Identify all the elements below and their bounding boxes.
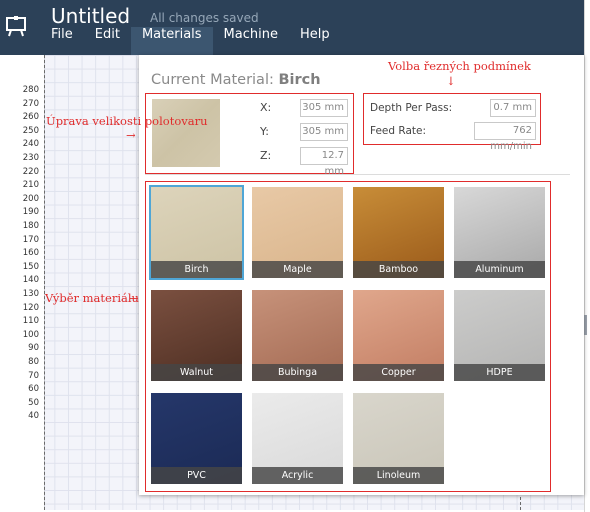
material-tile-bubinga[interactable]: Bubinga <box>252 290 343 381</box>
y-dimension-input[interactable]: 305 mm <box>300 123 348 141</box>
material-tile-label: Bubinga <box>252 364 343 381</box>
depth-per-pass-label: Depth Per Pass: <box>370 102 453 114</box>
feed-rate-label: Feed Rate: <box>370 125 427 137</box>
current-material-name: Birch <box>278 72 321 88</box>
material-tile-label: Acrylic <box>252 467 343 484</box>
top-bar: Untitled All changes saved File Edit Mat… <box>0 0 584 55</box>
annotation-material-choice: Výběr materiálu <box>45 291 139 305</box>
window-edge <box>584 0 590 512</box>
annotation-cutting-conditions: Volba řezných podmínek <box>388 59 531 73</box>
current-material-heading: Current Material: Birch <box>151 72 321 88</box>
material-tile-copper[interactable]: Copper <box>353 290 444 381</box>
material-tile-hdpe[interactable]: HDPE <box>454 290 545 381</box>
ruler-tick: 40 <box>28 411 39 422</box>
material-grid: Birch Maple Bamboo Aluminum Walnut Bubinga Cop… <box>145 181 551 492</box>
material-tile-aluminum[interactable]: Aluminum <box>454 187 545 278</box>
ruler-tick: 140 <box>22 275 39 286</box>
material-tile-linoleum[interactable]: Linoleum <box>353 393 444 484</box>
material-tile-label: Bamboo <box>353 261 444 278</box>
ruler-tick: 180 <box>22 221 39 231</box>
depth-per-pass-input[interactable]: 0.7 mm <box>490 99 536 117</box>
annotation-arrow-cutting: ↓ <box>446 74 456 88</box>
ruler-tick: 110 <box>22 316 39 327</box>
material-tile-label: Linoleum <box>353 467 444 484</box>
material-tile-bamboo[interactable]: Bamboo <box>353 187 444 278</box>
ruler-tick: 280 <box>22 85 39 95</box>
ruler-tick: 220 <box>22 166 39 177</box>
save-status: All changes saved <box>150 11 259 25</box>
menu-bar: File Edit Materials Machine Help <box>40 27 341 55</box>
ruler-tick: 240 <box>22 139 39 150</box>
ruler-tick: 160 <box>22 248 39 259</box>
ruler-tick: 130 <box>22 289 39 299</box>
canvas-boundary-left <box>44 55 45 510</box>
ruler-tick: 200 <box>22 193 39 204</box>
material-tile-maple[interactable]: Maple <box>252 187 343 278</box>
section-divider <box>145 174 570 175</box>
x-dimension-input[interactable]: 305 mm <box>300 99 348 117</box>
menu-machine[interactable]: Machine <box>213 27 289 55</box>
annotation-arrow-stock: → <box>126 128 136 142</box>
annotation-stock-size: Úprava velikosti polotovaru <box>46 114 208 128</box>
ruler-tick: 170 <box>22 234 39 245</box>
ruler-tick: 90 <box>28 343 39 354</box>
current-material-prefix: Current Material: <box>151 72 279 88</box>
menu-help[interactable]: Help <box>289 27 341 55</box>
ruler-tick: 250 <box>22 125 39 136</box>
material-tile-acrylic[interactable]: Acrylic <box>252 393 343 484</box>
carvey-machine-icon[interactable] <box>5 14 27 38</box>
material-tile-label: PVC <box>151 467 242 484</box>
ruler-tick: 260 <box>22 112 39 123</box>
material-tile-label: Walnut <box>151 364 242 381</box>
cutting-settings-section: Depth Per Pass: 0.7 mm Feed Rate: 762 mm… <box>363 93 541 152</box>
material-tile-label: Aluminum <box>454 261 545 278</box>
material-tile-label: Birch <box>151 261 242 278</box>
ruler-tick: 80 <box>28 357 39 367</box>
ruler-tick: 150 <box>22 261 39 272</box>
vertical-ruler: 280 270 260 250 240 230 220 210 200 190 180 170 160 1… <box>0 55 45 510</box>
menu-file[interactable]: File <box>40 27 84 55</box>
ruler-tick: 100 <box>22 329 39 340</box>
menu-edit[interactable]: Edit <box>84 27 131 55</box>
material-tile-label: HDPE <box>454 364 545 381</box>
material-tile-label: Maple <box>252 261 343 278</box>
ruler-tick: 60 <box>28 384 39 395</box>
ruler-tick: 120 <box>22 302 39 313</box>
document-title[interactable]: Untitled <box>51 4 130 28</box>
menu-materials[interactable]: Materials <box>130 27 213 55</box>
ruler-tick: 230 <box>22 153 39 163</box>
annotation-arrow-material: → <box>129 291 139 305</box>
ruler-tick: 270 <box>22 98 39 109</box>
scrollbar-thumb[interactable] <box>584 315 587 335</box>
material-tile-pvc[interactable]: PVC <box>151 393 242 484</box>
y-label: Y: <box>260 125 269 138</box>
ruler-tick: 210 <box>22 180 39 191</box>
material-tile-label: Copper <box>353 364 444 381</box>
feed-rate-input[interactable]: 762 mm/min <box>474 122 536 152</box>
z-dimension-input[interactable]: 12.7 mm <box>300 147 348 177</box>
ruler-tick: 50 <box>28 397 39 408</box>
z-label: Z: <box>260 149 272 162</box>
material-swatch <box>152 99 220 167</box>
stock-size-section: X: 305 mm Y: 305 mm Z: 12.7 mm <box>145 93 354 177</box>
x-label: X: <box>260 101 272 114</box>
ruler-tick: 70 <box>28 370 39 381</box>
ruler-tick: 190 <box>22 207 39 218</box>
material-tile-birch[interactable]: Birch <box>149 185 244 280</box>
material-tile-walnut[interactable]: Walnut <box>151 290 242 381</box>
